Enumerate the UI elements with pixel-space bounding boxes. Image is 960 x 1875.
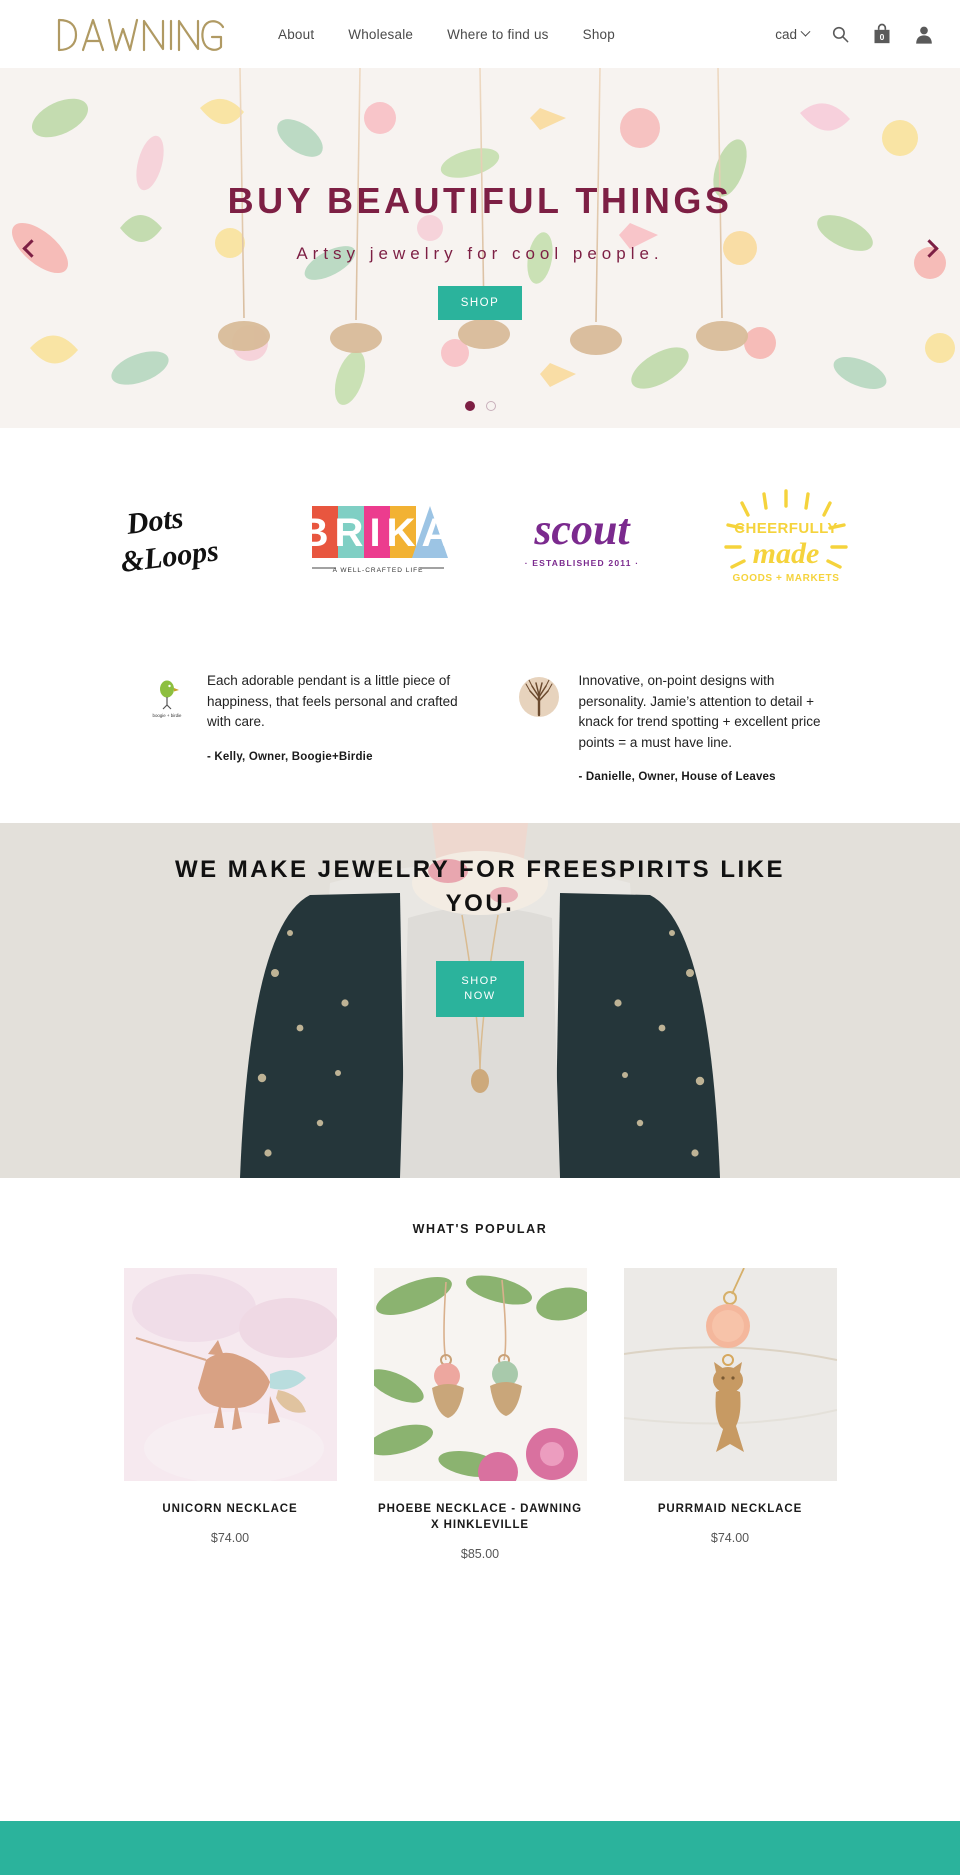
product-image-unicorn-necklace[interactable] xyxy=(123,1268,337,1481)
testimonial-1: boogie + birdie Each adorable pendant is… xyxy=(145,671,469,783)
house-of-leaves-tree-icon xyxy=(518,677,559,717)
cart-button[interactable]: 0 xyxy=(872,23,892,45)
phoebe-pendants-photo xyxy=(373,1268,587,1481)
lifestyle-button-line1: SHOP xyxy=(461,975,499,987)
hero-title: BUY BEAUTIFUL THINGS xyxy=(227,180,733,221)
cheerfully-made-logo: CHEERFULLY made GOODS + MARKETS xyxy=(724,488,848,584)
product-card-phoebe-necklace[interactable]: PHOEBE NECKLACE - DAWNING X HINKLEVILLE … xyxy=(373,1268,587,1561)
testimonials-section: boogie + birdie Each adorable pendant is… xyxy=(0,653,960,823)
testimonial-2-body: Innovative, on-point designs with person… xyxy=(579,671,841,783)
product-card-purrmaid-necklace[interactable]: PURRMAID NECKLACE $74.00 xyxy=(623,1268,837,1561)
brika-logo: BRIKA A WELL-CRAFTED LIFE xyxy=(308,505,448,574)
logo-text-line2: &Loops xyxy=(120,534,220,579)
scout-tagline: · ESTABLISHED 2011 · xyxy=(525,558,640,568)
press-logo-brika[interactable]: BRIKA A WELL-CRAFTED LIFE xyxy=(303,498,453,584)
lifestyle-banner: WE MAKE JEWELRY FOR FREESPIRITS LIKE YOU… xyxy=(0,823,960,1178)
product-price-phoebe-necklace: $85.00 xyxy=(460,1547,500,1561)
product-title-purrmaid-necklace: PURRMAID NECKLACE xyxy=(657,1503,803,1515)
unicorn-pendant-photo xyxy=(123,1268,337,1481)
site-header: About Wholesale Where to find us Shop ca… xyxy=(0,0,960,68)
purrmaid-pendant-photo xyxy=(623,1268,837,1481)
product-image-purrmaid-necklace[interactable] xyxy=(623,1268,837,1481)
popular-products-section: WHAT'S POPULAR UNICORN NECKLACE $74.00 P… xyxy=(0,1178,960,1561)
boogie-birdie-caption: boogie + birdie xyxy=(153,713,182,718)
testimonial-1-author: - Kelly, Owner, Boogie+Birdie xyxy=(207,750,373,763)
lifestyle-shop-now-button[interactable]: SHOP NOW xyxy=(436,961,524,1017)
currency-value: cad xyxy=(775,26,797,42)
product-title-phoebe-necklace: PHOEBE NECKLACE - DAWNING X HINKLEVILLE xyxy=(378,1503,582,1531)
product-title-unicorn-necklace: UNICORN NECKLACE xyxy=(162,1503,298,1515)
nav-item-where-to-find-us[interactable]: Where to find us xyxy=(447,27,549,42)
testimonial-1-quote: Each adorable pendant is a little piece … xyxy=(207,673,458,729)
press-logo-dots-and-loops[interactable]: Dots &Loops xyxy=(99,498,249,584)
hero-content: BUY BEAUTIFUL THINGS Artsy jewelry for c… xyxy=(0,68,960,428)
product-card-unicorn-necklace[interactable]: UNICORN NECKLACE $74.00 xyxy=(123,1268,337,1561)
press-logo-scout[interactable]: scout · ESTABLISHED 2011 · xyxy=(507,498,657,584)
brika-tagline: A WELL-CRAFTED LIFE xyxy=(333,567,424,574)
cheerfully-line1: CHEERFULLY xyxy=(734,520,837,537)
product-price-unicorn-necklace: $74.00 xyxy=(210,1531,250,1545)
testimonial-2: Innovative, on-point designs with person… xyxy=(517,671,841,783)
nav-item-wholesale[interactable]: Wholesale xyxy=(348,27,413,42)
cheerfully-line2: made xyxy=(753,537,820,570)
press-logo-cheerfully-made[interactable]: CHEERFULLY made GOODS + MARKETS xyxy=(711,488,861,593)
account-button[interactable] xyxy=(914,24,934,45)
hero-subtitle: Artsy jewelry for cool people. xyxy=(296,244,664,263)
testimonial-2-author: - Danielle, Owner, House of Leaves xyxy=(578,771,776,783)
search-button[interactable] xyxy=(831,25,850,44)
carousel-prev-button[interactable] xyxy=(12,231,46,265)
hero-carousel: BUY BEAUTIFUL THINGS Artsy jewelry for c… xyxy=(0,68,960,428)
chevron-right-icon xyxy=(919,238,939,258)
carousel-next-button[interactable] xyxy=(914,231,948,265)
shopping-bag-icon xyxy=(874,23,890,44)
site-logo[interactable] xyxy=(0,12,268,56)
logo-text-line1: Dots xyxy=(124,501,185,541)
header-actions: cad 0 xyxy=(775,23,938,45)
main-navigation: About Wholesale Where to find us Shop xyxy=(278,27,615,42)
dots-and-loops-logo: Dots &Loops xyxy=(120,501,220,579)
brika-letters: BRIKA xyxy=(308,511,448,555)
currency-selector[interactable]: cad xyxy=(775,26,811,42)
testimonial-2-avatar xyxy=(517,671,561,783)
scout-logo: scout · ESTABLISHED 2011 · xyxy=(525,505,640,568)
products-heading: WHAT'S POPULAR xyxy=(412,1222,548,1236)
testimonial-1-avatar: boogie + birdie xyxy=(145,671,189,783)
product-price-purrmaid-necklace: $74.00 xyxy=(710,1531,750,1545)
press-logos-row: Dots &Loops BRIKA A WELL-CRAFTED LIFE sc… xyxy=(0,428,960,653)
chevron-down-icon xyxy=(800,26,811,37)
cheerfully-line3: GOODS + MARKETS xyxy=(732,573,839,584)
dawning-wordmark xyxy=(57,18,225,52)
carousel-dot-2[interactable] xyxy=(485,401,496,411)
testimonial-1-body: Each adorable pendant is a little piece … xyxy=(207,671,469,783)
carousel-dots xyxy=(0,401,960,411)
carousel-dot-1[interactable] xyxy=(464,401,475,411)
footer-teal-band xyxy=(0,1821,960,1875)
nav-item-about[interactable]: About xyxy=(278,27,314,42)
boogie-birdie-bird-icon: boogie + birdie xyxy=(153,680,182,718)
lifestyle-button-line2: NOW xyxy=(464,990,496,1002)
user-account-icon xyxy=(916,26,932,44)
scout-word: scout xyxy=(533,505,631,554)
search-icon xyxy=(832,26,849,42)
hero-shop-button[interactable]: SHOP xyxy=(438,286,522,320)
lifestyle-content: WE MAKE JEWELRY FOR FREESPIRITS LIKE YOU… xyxy=(0,823,960,1178)
product-image-phoebe-necklace[interactable] xyxy=(373,1268,587,1481)
lifestyle-title: WE MAKE JEWELRY FOR FREESPIRITS LIKE YOU… xyxy=(174,856,786,917)
testimonial-2-quote: Innovative, on-point designs with person… xyxy=(578,673,821,750)
nav-item-shop[interactable]: Shop xyxy=(583,27,615,42)
product-grid: UNICORN NECKLACE $74.00 PHOEBE NECKLACE … xyxy=(0,1268,960,1561)
chevron-left-icon xyxy=(21,238,41,258)
